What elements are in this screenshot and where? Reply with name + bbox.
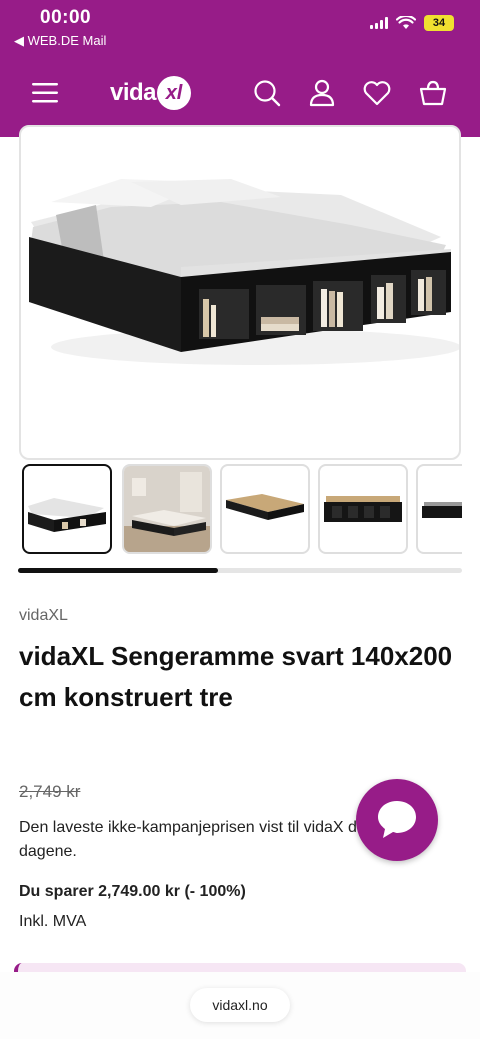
user-icon[interactable] bbox=[307, 78, 337, 108]
search-icon[interactable] bbox=[252, 78, 282, 108]
basket-icon[interactable] bbox=[418, 78, 448, 108]
chat-button[interactable] bbox=[356, 779, 438, 861]
product-main-image[interactable] bbox=[19, 125, 461, 460]
url-bar[interactable]: vidaxl.no bbox=[190, 988, 290, 1022]
old-price: 2,749 kr bbox=[19, 782, 81, 801]
status-time: 00:00 bbox=[40, 7, 92, 28]
menu-icon[interactable] bbox=[30, 80, 62, 106]
gallery-scrollbar[interactable] bbox=[18, 568, 462, 573]
thumbnail-2[interactable] bbox=[122, 464, 212, 554]
battery-indicator: 34 bbox=[424, 15, 454, 31]
wifi-icon bbox=[396, 16, 416, 29]
chat-bubble-icon bbox=[378, 801, 416, 838]
header: 00:00 ◀ WEB.DE Mail 34 vida xl bbox=[0, 0, 480, 137]
status-icons: 34 bbox=[370, 15, 454, 31]
product-brand[interactable]: vidaXL bbox=[19, 607, 68, 625]
product-title: vidaXL Sengeramme svart 140x200 cm konst… bbox=[19, 641, 453, 712]
signal-icon bbox=[370, 17, 388, 29]
bed-illustration bbox=[29, 179, 459, 365]
gallery-scrollbar-thumb[interactable] bbox=[18, 568, 218, 573]
heart-icon[interactable] bbox=[362, 78, 392, 108]
back-to-app-link[interactable]: ◀ WEB.DE Mail bbox=[14, 33, 106, 49]
thumbnail-1[interactable] bbox=[22, 464, 112, 554]
thumbnail-3[interactable] bbox=[220, 464, 310, 554]
thumbnail-5[interactable] bbox=[416, 464, 462, 554]
vidaxl-logo[interactable]: vida xl bbox=[110, 76, 192, 110]
thumbnail-4[interactable] bbox=[318, 464, 408, 554]
browser-bottom-bar: vidaxl.no bbox=[0, 972, 480, 1039]
thumbnail-strip bbox=[22, 464, 462, 556]
savings-text: Du sparer 2,749.00 kr (- 100%) bbox=[19, 883, 246, 900]
logo-text: vida bbox=[110, 79, 157, 106]
logo-badge: xl bbox=[157, 76, 192, 110]
vat-note: Inkl. MVA bbox=[19, 913, 87, 930]
